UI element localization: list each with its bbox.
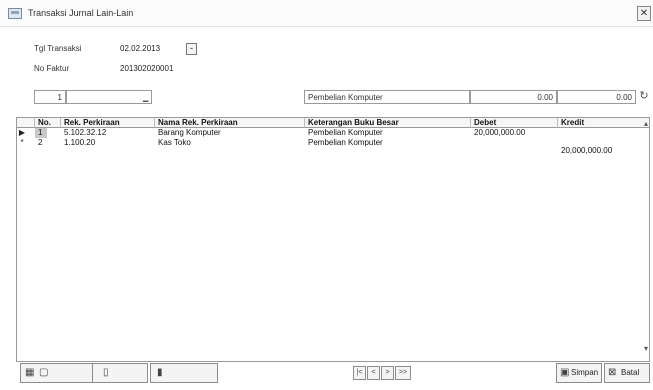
refresh-icon[interactable]: ↻ [638, 90, 650, 102]
edit-record-button[interactable]: ▯ [92, 363, 148, 383]
trash-icon: ▮ [157, 367, 163, 378]
edit-document-icon: ▯ [103, 367, 109, 378]
entry-keterangan-field[interactable]: Pembelian Komputer [304, 90, 470, 104]
table-cell-rek[interactable]: 5.102.32.12 [61, 128, 155, 138]
column-header-nama[interactable]: Nama Rek. Perkiraan [155, 118, 305, 128]
date-picker-button[interactable]: - [186, 43, 197, 55]
scroll-down-icon[interactable]: ▾ [644, 344, 648, 353]
row-new-indicator: * [20, 138, 24, 147]
table-cell-no[interactable]: 1 [35, 128, 61, 138]
no-faktur-label: No Faktur [34, 64, 70, 73]
save-button[interactable]: ▣ Simpan [556, 363, 602, 383]
grid-add-icon: ▦ [25, 367, 35, 378]
table-cell-debet[interactable] [471, 138, 558, 148]
table-cell-rek[interactable]: 1.100.20 [61, 138, 155, 148]
cancel-button-label: Batal [621, 368, 640, 377]
column-header-keterangan[interactable]: Keterangan Buku Besar [305, 118, 471, 128]
cancel-button[interactable]: ⊠ Batal [604, 363, 650, 383]
save-button-label: Simpan [571, 368, 599, 377]
tgl-transaksi-value[interactable]: 02.02.2013 [120, 44, 160, 53]
close-button[interactable]: ✕ [637, 6, 651, 21]
nav-next-button[interactable]: > [381, 366, 394, 380]
app-window-icon [8, 8, 22, 19]
delete-record-button[interactable]: ▮ [150, 363, 218, 383]
title-bar: Transaksi Jurnal Lain-Lain ✕ [0, 0, 653, 27]
row-indicator-header [17, 118, 35, 128]
entry-kredit-field[interactable]: 0.00 [557, 90, 636, 104]
cancel-icon: ⊠ [608, 367, 617, 378]
nav-first-button[interactable]: |< [353, 366, 366, 380]
table-cell-debet[interactable]: 20,000,000.00 [471, 128, 558, 138]
tgl-transaksi-label: Tgl Transaksi [34, 44, 82, 53]
column-header-kredit[interactable]: Kredit [558, 118, 649, 128]
table-cell-no[interactable]: 2 [35, 138, 61, 148]
journal-grid[interactable]: No. Rek. Perkiraan Nama Rek. Perkiraan K… [16, 117, 650, 362]
table-cell-nama[interactable]: Kas Toko [155, 138, 305, 148]
no-faktur-value: 201302020001 [120, 64, 174, 73]
scroll-up-icon[interactable]: ▴ [644, 119, 648, 128]
column-header-debet[interactable]: Debet [471, 118, 558, 128]
table-cell-keterangan[interactable]: Pembelian Komputer [305, 128, 471, 138]
entry-debet-field[interactable]: 0.00 [470, 90, 557, 104]
column-header-no[interactable]: No. [35, 118, 61, 128]
entry-no-field[interactable]: 1 [34, 90, 66, 104]
lookup-icon[interactable]: ▁ [143, 94, 148, 102]
table-cell-keterangan[interactable]: Pembelian Komputer [305, 138, 471, 148]
table-cell-nama[interactable]: Barang Komputer [155, 128, 305, 138]
table-cell-kredit[interactable] [558, 128, 649, 138]
row-pointer-icon: ▶ [18, 128, 26, 137]
floppy-disk-icon: ▣ [560, 367, 570, 378]
entry-rek-field[interactable]: ▁ [66, 90, 152, 104]
nav-last-button[interactable]: >> [395, 366, 411, 380]
new-document-icon: ▢ [39, 367, 49, 378]
nav-prev-button[interactable]: < [367, 366, 380, 380]
window-title: Transaksi Jurnal Lain-Lain [28, 8, 134, 18]
tgl-transaksi-field[interactable]: 02.02.2013 - [120, 43, 200, 56]
table-cell-kredit[interactable]: 20,000,000.00 [558, 146, 649, 156]
column-header-rek[interactable]: Rek. Perkiraan [61, 118, 155, 128]
